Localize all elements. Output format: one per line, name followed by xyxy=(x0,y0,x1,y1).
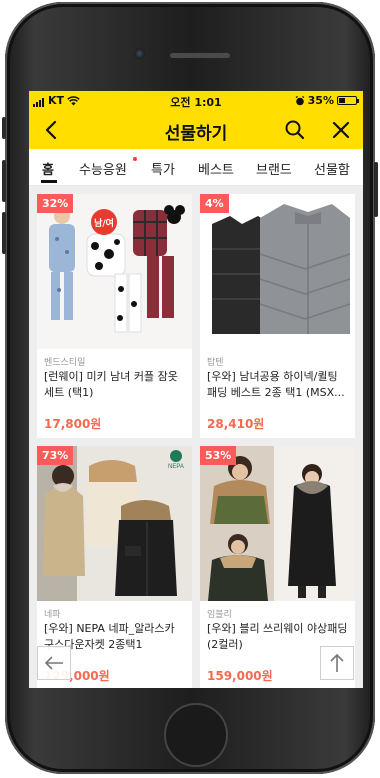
volume-down-button xyxy=(2,212,6,254)
search-icon[interactable] xyxy=(281,116,309,144)
battery-percent: 35% xyxy=(307,94,334,107)
battery-icon xyxy=(337,96,359,105)
product-name: [우와] 남녀공용 하이넥/퀼팅 패딩 베스트 2종 택1 (MSX... xyxy=(207,370,345,399)
mute-switch xyxy=(2,117,6,139)
product-brand: 임블리 xyxy=(207,610,232,620)
app-screen: KT 오전 1:01 35% 선물하기 홈 수능응원 특가 베스트 브랜드 선물… xyxy=(29,91,363,688)
tab-special[interactable]: 특가 xyxy=(151,159,175,178)
up-arrow-icon xyxy=(330,653,344,672)
battery-level-fill xyxy=(339,98,345,103)
volume-up-button xyxy=(2,160,6,202)
product-brand: 탑텐 xyxy=(207,358,224,368)
tab-best[interactable]: 베스트 xyxy=(198,159,234,178)
status-bar: KT 오전 1:01 35% xyxy=(29,91,363,111)
product-image: 53% xyxy=(200,446,355,601)
top-app-bar: 선물하기 xyxy=(29,111,363,149)
alarm-icon xyxy=(295,95,305,105)
home-button[interactable] xyxy=(164,703,228,767)
product-card[interactable]: 4% 탑텐 [우와] 남녀공용 하이넥/퀼팅 패딩 베스트 2종 택1 (MSX… xyxy=(200,194,355,438)
discount-badge: 73% xyxy=(37,446,74,465)
product-brand: 네파 xyxy=(44,610,61,620)
tab-brand[interactable]: 브랜드 xyxy=(256,159,292,178)
close-icon[interactable] xyxy=(327,116,355,144)
new-dot-badge xyxy=(133,157,137,161)
tab-suneung[interactable]: 수능응원 xyxy=(79,159,127,178)
earpiece-speaker xyxy=(170,53,230,58)
float-back-button[interactable] xyxy=(37,646,71,680)
left-arrow-icon xyxy=(44,656,63,670)
tab-home[interactable]: 홈 xyxy=(42,159,54,178)
product-price: 28,410원 xyxy=(207,417,265,431)
discount-badge: 53% xyxy=(200,446,237,465)
svg-text:NEPA: NEPA xyxy=(168,464,184,470)
product-grid: 남/여 32% 벤드스티일 [런웨이] 미키 남녀 커플 잠옷 세트 (택1) … xyxy=(29,186,363,688)
active-tab-indicator xyxy=(41,180,57,183)
product-tag: 남/여 xyxy=(94,219,114,229)
discount-badge: 4% xyxy=(200,194,229,213)
product-image: NEPA 73% xyxy=(37,446,192,601)
power-button xyxy=(374,162,378,217)
category-tabs: 홈 수능응원 특가 베스트 브랜드 선물함 xyxy=(29,149,363,186)
product-brand: 벤드스티일 xyxy=(44,358,86,368)
discount-badge: 32% xyxy=(37,194,74,213)
product-image: 남/여 32% xyxy=(37,194,192,349)
front-camera xyxy=(134,48,145,59)
product-card[interactable]: 남/여 32% 벤드스티일 [런웨이] 미키 남녀 커플 잠옷 세트 (택1) … xyxy=(37,194,192,438)
product-price: 159,000원 xyxy=(207,669,273,683)
scroll-top-button[interactable] xyxy=(320,646,354,680)
tab-giftbox[interactable]: 선물함 xyxy=(314,159,350,178)
product-image: 4% xyxy=(200,194,355,349)
page-title: 선물하기 xyxy=(164,124,228,144)
product-name: [런웨이] 미키 남녀 커플 잠옷 세트 (택1) xyxy=(44,370,178,399)
product-price: 17,800원 xyxy=(44,417,102,431)
